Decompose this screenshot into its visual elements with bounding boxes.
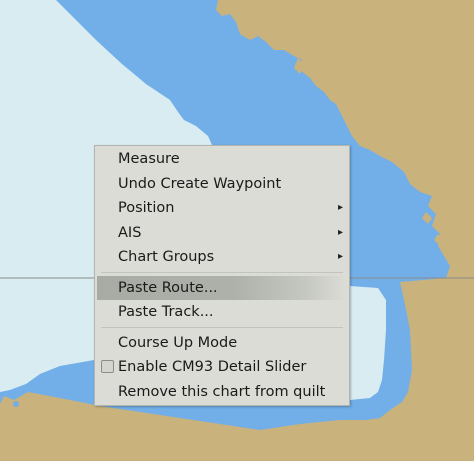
- deep-water-area: [350, 286, 386, 400]
- menu-item-label: Paste Route...: [118, 279, 218, 296]
- menu-item-label: Measure: [118, 151, 180, 167]
- menu-item-undo-create-waypoint[interactable]: Undo Create Waypoint: [95, 172, 349, 197]
- menu-item-label: Undo Create Waypoint: [118, 175, 282, 192]
- reef-marker: [206, 410, 210, 414]
- menu-item-position[interactable]: Position ▸: [95, 196, 349, 221]
- menu-item-enable-cm93-detail-slider[interactable]: Enable CM93 Detail Slider: [95, 355, 349, 380]
- context-menu: Measure Undo Create Waypoint Position ▸ …: [94, 145, 350, 406]
- menu-item-label: Enable CM93 Detail Slider: [118, 359, 307, 375]
- menu-item-chart-groups[interactable]: Chart Groups ▸: [95, 245, 349, 270]
- menu-item-course-up-mode[interactable]: Course Up Mode: [95, 331, 349, 356]
- menu-item-paste-route[interactable]: Paste Route...: [97, 275, 345, 300]
- menu-item-label: Paste Track...: [118, 304, 214, 320]
- menu-item-label: Course Up Mode: [118, 334, 238, 351]
- menu-item-label: Chart Groups: [118, 249, 215, 265]
- checkbox-icon[interactable]: [101, 360, 114, 373]
- menu-item-paste-track[interactable]: Paste Track...: [95, 300, 349, 325]
- menu-item-label: AIS: [118, 224, 142, 241]
- menu-separator: [101, 271, 343, 273]
- reef-marker: [13, 401, 19, 407]
- submenu-arrow-icon: ▸: [337, 202, 343, 213]
- submenu-arrow-icon: ▸: [337, 251, 343, 262]
- submenu-arrow-icon: ▸: [337, 226, 343, 238]
- menu-item-ais[interactable]: AIS ▸: [95, 221, 349, 246]
- menu-item-label: Position: [118, 200, 175, 216]
- menu-item-label: Remove this chart from quilt: [118, 383, 326, 400]
- menu-separator: [101, 326, 343, 328]
- menu-item-measure[interactable]: Measure: [95, 147, 349, 172]
- menu-item-remove-chart-from-quilt[interactable]: Remove this chart from quilt: [95, 380, 349, 405]
